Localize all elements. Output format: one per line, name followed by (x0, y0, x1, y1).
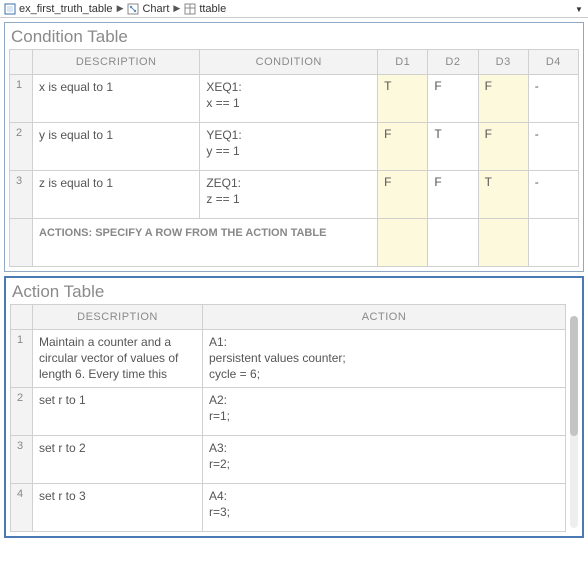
col-d2: D2 (428, 50, 478, 75)
cell-description[interactable]: x is equal to 1 (33, 75, 200, 123)
chart-icon (127, 3, 139, 15)
cell-condition[interactable]: YEQ1: y == 1 (200, 123, 378, 171)
col-rownum (11, 305, 33, 330)
row-number: 2 (10, 123, 33, 171)
table-row[interactable]: 1Maintain a counter and a circular vecto… (11, 330, 566, 388)
table-row[interactable]: 3set r to 2A3: r=2; (11, 435, 566, 483)
row-number: 2 (11, 387, 33, 435)
cell-decision[interactable]: F (428, 171, 478, 219)
table-row[interactable]: 3z is equal to 1ZEQ1: z == 1FFT- (10, 171, 579, 219)
table-row[interactable]: 2y is equal to 1YEQ1: y == 1FTF- (10, 123, 579, 171)
table-header-row: DESCRIPTION ACTION (11, 305, 566, 330)
cell-description[interactable]: Maintain a counter and a circular vector… (33, 330, 203, 388)
scrollbar-thumb[interactable] (570, 316, 578, 436)
table-row[interactable]: 1x is equal to 1XEQ1: x == 1TFF- (10, 75, 579, 123)
cell-description[interactable]: z is equal to 1 (33, 171, 200, 219)
crumb-chart[interactable]: Chart (127, 3, 169, 15)
cell-condition[interactable]: XEQ1: x == 1 (200, 75, 378, 123)
table-header-row: DESCRIPTION CONDITION D1 D2 D3 D4 (10, 50, 579, 75)
chevron-right-icon: ▶ (171, 3, 182, 14)
cell-decision[interactable]: T (478, 171, 528, 219)
col-action: ACTION (203, 305, 566, 330)
col-rownum (10, 50, 33, 75)
cell-action-spec[interactable] (528, 219, 578, 267)
cell-condition[interactable]: ZEQ1: z == 1 (200, 171, 378, 219)
ttable-icon (184, 3, 196, 15)
table-row[interactable]: 2set r to 1A2: r=1; (11, 387, 566, 435)
cell-decision[interactable]: - (528, 75, 578, 123)
crumb-model[interactable]: ex_first_truth_table (4, 3, 113, 15)
condition-table-panel: Condition Table DESCRIPTION CONDITION D1… (4, 22, 584, 272)
cell-action-spec[interactable] (428, 219, 478, 267)
cell-decision[interactable]: F (478, 75, 528, 123)
actions-spec-row[interactable]: ACTIONS: SPECIFY A ROW FROM THE ACTION T… (10, 219, 579, 267)
cell-decision[interactable]: F (378, 123, 428, 171)
cell-description[interactable]: y is equal to 1 (33, 123, 200, 171)
cell-decision[interactable]: T (428, 123, 478, 171)
cell-action-spec[interactable] (478, 219, 528, 267)
crumb-ttable[interactable]: ttable (184, 3, 226, 15)
cell-decision[interactable]: F (428, 75, 478, 123)
cell-action-spec[interactable] (378, 219, 428, 267)
actions-spec-label: ACTIONS: SPECIFY A ROW FROM THE ACTION T… (33, 219, 378, 267)
condition-table-title: Condition Table (5, 23, 583, 49)
cell-action[interactable]: A4: r=3; (203, 483, 566, 531)
col-d4: D4 (528, 50, 578, 75)
table-row[interactable]: 4set r to 3A4: r=3; (11, 483, 566, 531)
breadcrumb-dropdown[interactable]: ▼ (572, 2, 586, 16)
cell-description[interactable]: set r to 1 (33, 387, 203, 435)
row-number: 1 (11, 330, 33, 388)
action-table[interactable]: DESCRIPTION ACTION 1Maintain a counter a… (10, 304, 566, 532)
scrollbar-vertical[interactable] (570, 316, 578, 528)
cell-action[interactable]: A3: r=2; (203, 435, 566, 483)
row-number: 3 (11, 435, 33, 483)
crumb-label: Chart (142, 3, 169, 15)
crumb-label: ttable (199, 3, 226, 15)
action-table-title: Action Table (6, 278, 582, 304)
col-d1: D1 (378, 50, 428, 75)
cell-decision[interactable]: - (528, 123, 578, 171)
row-number: 1 (10, 75, 33, 123)
chevron-right-icon: ▶ (115, 3, 126, 14)
cell-action[interactable]: A2: r=1; (203, 387, 566, 435)
cell-decision[interactable]: F (378, 171, 428, 219)
col-d3: D3 (478, 50, 528, 75)
cell-action[interactable]: A1: persistent values counter; cycle = 6… (203, 330, 566, 388)
cell-decision[interactable]: - (528, 171, 578, 219)
col-description: DESCRIPTION (33, 305, 203, 330)
col-condition: CONDITION (200, 50, 378, 75)
action-table-panel: Action Table DESCRIPTION ACTION 1Maintai… (4, 276, 584, 538)
row-number (10, 219, 33, 267)
cell-decision[interactable]: F (478, 123, 528, 171)
crumb-label: ex_first_truth_table (19, 3, 113, 15)
breadcrumb[interactable]: ex_first_truth_table ▶ Chart ▶ ttable ▼ (0, 0, 588, 18)
cell-description[interactable]: set r to 2 (33, 435, 203, 483)
cell-decision[interactable]: T (378, 75, 428, 123)
cell-description[interactable]: set r to 3 (33, 483, 203, 531)
condition-table[interactable]: DESCRIPTION CONDITION D1 D2 D3 D4 1x is … (9, 49, 579, 267)
model-icon (4, 3, 16, 15)
row-number: 4 (11, 483, 33, 531)
col-description: DESCRIPTION (33, 50, 200, 75)
row-number: 3 (10, 171, 33, 219)
